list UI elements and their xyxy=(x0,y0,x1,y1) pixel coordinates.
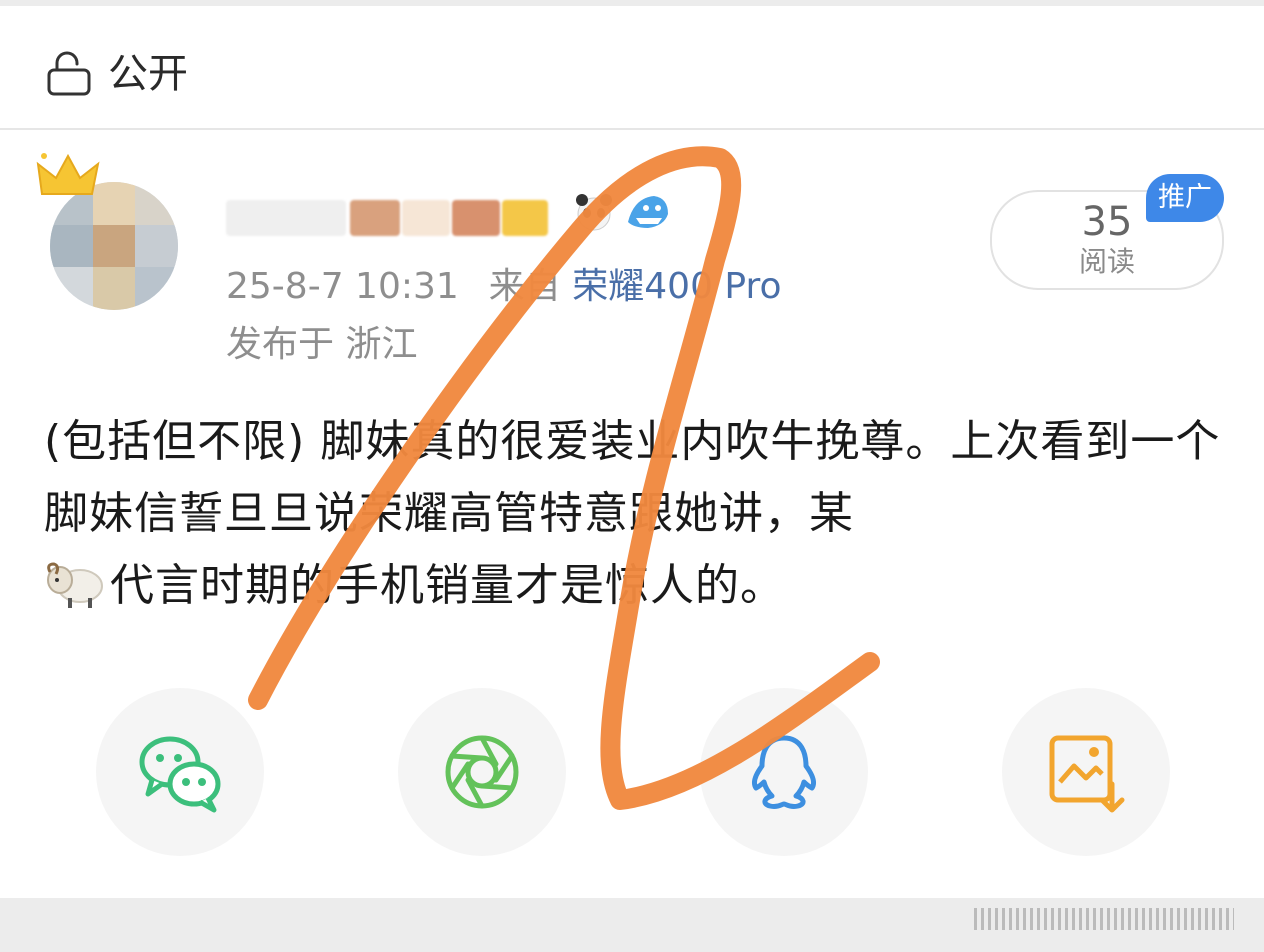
avatar[interactable] xyxy=(36,150,196,315)
panda-icon xyxy=(576,194,612,231)
visibility-bar[interactable]: 公开 xyxy=(0,6,1264,128)
barcode xyxy=(974,908,1234,930)
bottom-bar xyxy=(0,898,1264,952)
crown-icon xyxy=(36,153,100,195)
share-wechat-button[interactable] xyxy=(96,688,264,856)
sheep-icon xyxy=(47,562,103,608)
username-redacted[interactable] xyxy=(226,186,626,242)
post-text: (包括但不限) 脚妹真的很爱装业内吹牛挽尊。上次看到一个脚妹信誓旦旦说荣耀高管特… xyxy=(44,416,1221,539)
share-qq-button[interactable] xyxy=(700,688,868,856)
share-moments-button[interactable] xyxy=(398,688,566,856)
unlock-icon xyxy=(47,51,91,96)
moments-icon xyxy=(445,735,519,809)
wechat-icon xyxy=(139,736,221,813)
device-link[interactable]: 荣耀400 Pro xyxy=(572,266,781,307)
save-image-button[interactable] xyxy=(1002,688,1170,856)
post-timestamp: 25-8-7 10:31 xyxy=(226,266,459,307)
shark-badge-icon xyxy=(628,196,668,228)
source-prefix: 来自 xyxy=(488,266,561,307)
promo-badge: 推广 xyxy=(1146,174,1224,222)
post-body: (包括但不限) 脚妹真的很爱装业内吹牛挽尊。上次看到一个脚妹信誓旦旦说荣耀高管特… xyxy=(44,406,1234,622)
visibility-label: 公开 xyxy=(108,51,188,97)
divider xyxy=(0,128,1264,130)
read-label: 阅读 xyxy=(1078,245,1135,278)
post-meta: 25-8-7 10:31 来自 荣耀400 Pro xyxy=(226,264,782,310)
save-image-icon xyxy=(1049,735,1125,813)
qq-icon xyxy=(751,735,817,810)
post-location: 发布于 浙江 xyxy=(226,324,418,365)
post-text-tail: 代言时期的手机销量才是惊人的。 xyxy=(110,560,785,611)
